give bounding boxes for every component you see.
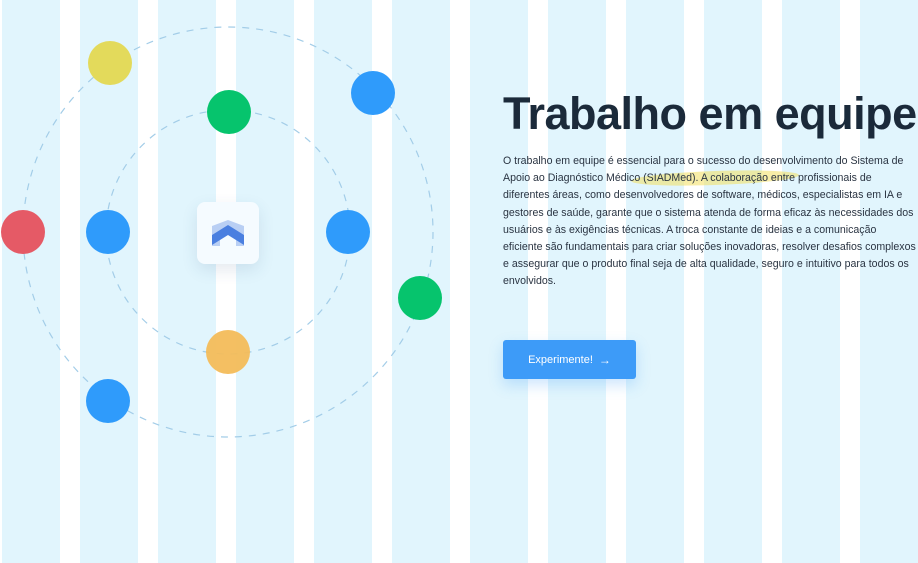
logo-icon xyxy=(212,220,244,246)
experimente-button[interactable]: Experimente! → xyxy=(503,340,636,379)
content-section: Trabalho em equipe O trabalho em equipe … xyxy=(503,86,918,291)
team-member-dot xyxy=(88,41,132,85)
team-member-dot xyxy=(326,210,370,254)
team-member-dot xyxy=(86,379,130,423)
section-title: Trabalho em equipe xyxy=(503,88,917,139)
team-member-dot xyxy=(86,210,130,254)
team-member-dot xyxy=(206,330,250,374)
experimente-button-label: Experimente! xyxy=(528,353,593,366)
section-description: O trabalho em equipe é essencial para o … xyxy=(503,155,916,288)
section-description-wrapper: O trabalho em equipe é essencial para o … xyxy=(503,153,918,291)
logo-card xyxy=(197,202,259,264)
team-member-dot xyxy=(398,276,442,320)
team-member-dot xyxy=(207,90,251,134)
arrow-right-icon: → xyxy=(598,352,611,367)
team-member-dot xyxy=(1,210,45,254)
team-member-dot xyxy=(351,71,395,115)
